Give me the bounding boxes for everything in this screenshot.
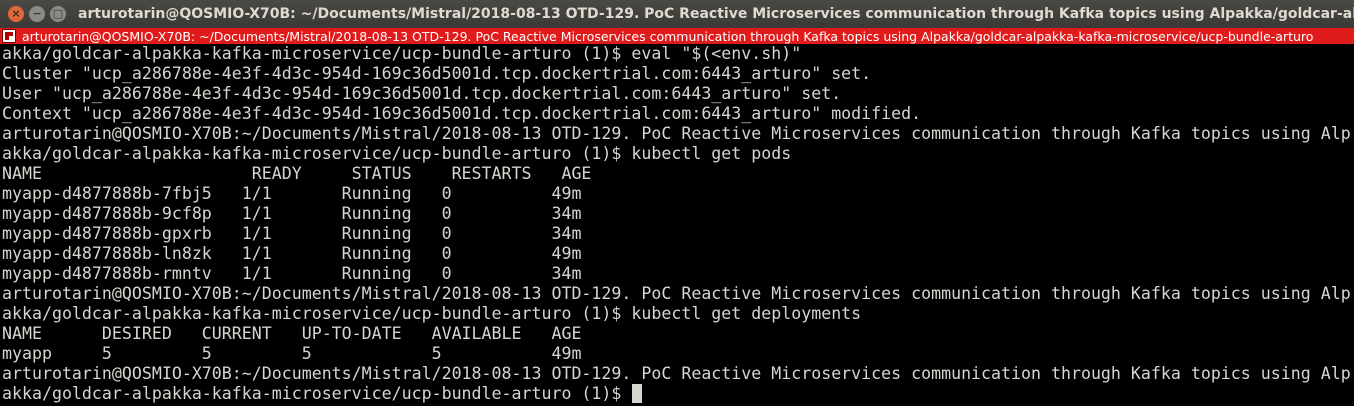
terminal-line: myapp-d4877888b-ln8zk 1/1 Running 0 49m [2, 244, 582, 263]
window-controls: × − □ [0, 6, 78, 22]
terminal-line: Context "ucp_a286788e-4e3f-4d3c-954d-169… [2, 104, 922, 123]
terminal-line: NAME DESIRED CURRENT UP-TO-DATE AVAILABL… [2, 324, 582, 343]
minimize-button[interactable]: − [29, 6, 45, 22]
terminal-line: myapp-d4877888b-rmntv 1/1 Running 0 34m [2, 264, 582, 283]
terminal-line: Cluster "ucp_a286788e-4e3f-4d3c-954d-169… [2, 64, 872, 83]
terminal-cursor [632, 384, 643, 403]
terminal-line: arturotarin@QOSMIO-X70B:~/Documents/Mist… [2, 284, 1351, 303]
terminal-line: myapp-d4877888b-7fbj5 1/1 Running 0 49m [2, 184, 582, 203]
terminal-prompt-line[interactable]: akka/goldcar-alpakka-kafka-microservice/… [2, 384, 1354, 404]
tab-label[interactable]: arturotarin@QOSMIO-X70B: ~/Documents/Mis… [22, 29, 1313, 44]
terminal-line: akka/goldcar-alpakka-kafka-microservice/… [2, 144, 792, 163]
window-title: arturotarin@QOSMIO-X70B: ~/Documents/Mis… [78, 6, 1354, 22]
maximize-button[interactable]: □ [50, 6, 66, 22]
close-button[interactable]: × [8, 6, 24, 22]
terminal-line: akka/goldcar-alpakka-kafka-microservice/… [2, 44, 802, 63]
terminal-line: arturotarin@QOSMIO-X70B:~/Documents/Mist… [2, 124, 1351, 143]
terminal-tab-icon [2, 29, 16, 43]
terminal-prompt: akka/goldcar-alpakka-kafka-microservice/… [2, 384, 632, 403]
terminal-line: myapp-d4877888b-gpxrb 1/1 Running 0 34m [2, 224, 582, 243]
terminal-line: myapp 5 5 5 5 49m [2, 344, 582, 363]
terminal-line: NAME READY STATUS RESTARTS AGE [2, 164, 592, 183]
terminal-output[interactable]: akka/goldcar-alpakka-kafka-microservice/… [2, 44, 1354, 406]
title-bar[interactable]: × − □ arturotarin@QOSMIO-X70B: ~/Documen… [0, 0, 1354, 28]
terminal-line: akka/goldcar-alpakka-kafka-microservice/… [2, 304, 862, 323]
tab-bar[interactable]: arturotarin@QOSMIO-X70B: ~/Documents/Mis… [0, 28, 1354, 44]
terminal-window: × − □ arturotarin@QOSMIO-X70B: ~/Documen… [0, 0, 1354, 406]
terminal-line: arturotarin@QOSMIO-X70B:~/Documents/Mist… [2, 364, 1351, 383]
terminal-line: User "ucp_a286788e-4e3f-4d3c-954d-169c36… [2, 84, 842, 103]
terminal-line: myapp-d4877888b-9cf8p 1/1 Running 0 34m [2, 204, 582, 223]
